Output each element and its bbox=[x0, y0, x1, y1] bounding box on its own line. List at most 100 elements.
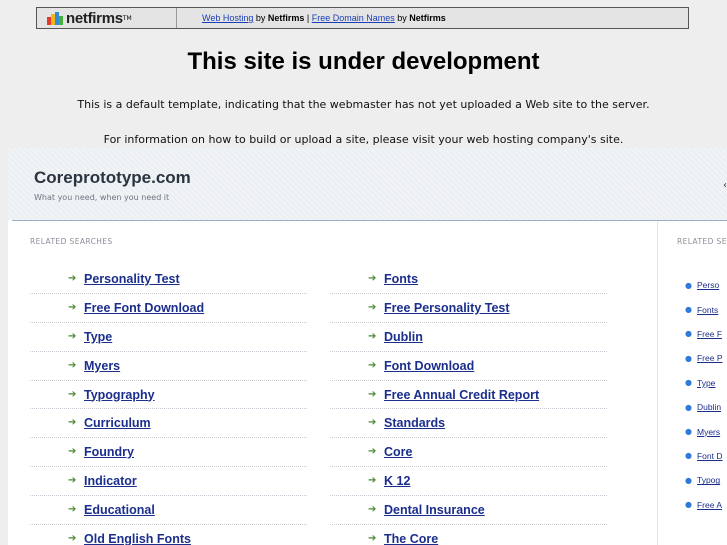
list-item: ➔ Old English Fonts bbox=[30, 525, 307, 545]
search-link[interactable]: Myers bbox=[84, 359, 120, 373]
free-domain-names-link[interactable]: Free Domain Names bbox=[312, 13, 395, 23]
web-hosting-link[interactable]: Web Hosting bbox=[202, 13, 253, 23]
netfirms-logo-icon bbox=[47, 11, 63, 25]
list-item: ➔ Free Annual Credit Report bbox=[330, 381, 607, 410]
arrow-icon: ➔ bbox=[68, 475, 77, 487]
netfirms-logo[interactable]: netfirms TM bbox=[37, 8, 177, 28]
search-link[interactable]: Personality Test bbox=[84, 272, 180, 286]
site-tagline: What you need, when you need it bbox=[34, 193, 170, 202]
search-link[interactable]: K 12 bbox=[384, 474, 410, 488]
parked-page-frame: Coreprototype.com What you need, when yo… bbox=[8, 148, 727, 545]
banner-links: Web Hosting by Netfirms | Free Domain Na… bbox=[177, 13, 446, 23]
arrow-icon: ➔ bbox=[368, 417, 377, 429]
sidebar-item: ● Type bbox=[685, 371, 727, 395]
page-title: This site is under development bbox=[187, 48, 540, 75]
search-link[interactable]: Fonts bbox=[384, 272, 418, 286]
bullet-icon: ● bbox=[685, 500, 692, 510]
banner-separator: | bbox=[304, 13, 312, 23]
list-item: ➔ Free Font Download bbox=[30, 294, 307, 323]
sidebar-link[interactable]: Type bbox=[697, 378, 715, 388]
sidebar-item: ● Myers bbox=[685, 419, 727, 443]
search-link[interactable]: Free Personality Test bbox=[384, 301, 510, 315]
sidebar-link[interactable]: Free P bbox=[697, 353, 723, 363]
search-link[interactable]: Educational bbox=[84, 503, 155, 517]
arrow-icon: ➔ bbox=[368, 533, 377, 545]
search-link[interactable]: Font Download bbox=[384, 359, 474, 373]
banner-by-1: by bbox=[253, 13, 268, 23]
sidebar-link[interactable]: Fonts bbox=[697, 305, 718, 315]
arrow-icon: ➔ bbox=[368, 273, 377, 284]
sidebar-link[interactable]: Font D bbox=[697, 451, 723, 461]
search-link[interactable]: Free Annual Credit Report bbox=[384, 388, 539, 402]
related-searches-sidebar: RELATED SEA ● Perso ● Fonts ● Free F ● Free … bbox=[657, 221, 727, 545]
arrow-icon: ➔ bbox=[68, 301, 77, 313]
list-item: ➔ The Core bbox=[330, 525, 607, 545]
arrow-icon: ➔ bbox=[368, 330, 377, 342]
arrow-icon: ➔ bbox=[68, 417, 77, 429]
sidebar-item: ● Free A bbox=[685, 493, 727, 517]
arrow-icon: ➔ bbox=[368, 301, 377, 313]
arrow-icon: ➔ bbox=[68, 359, 77, 371]
arrow-icon: ➔ bbox=[68, 330, 77, 342]
bullet-icon: ● bbox=[685, 280, 692, 290]
list-item: ➔ Dental Insurance bbox=[330, 496, 607, 526]
notice-line-1: This is a default template, indicating t… bbox=[77, 98, 650, 111]
search-link[interactable]: Old English Fonts bbox=[84, 532, 191, 545]
search-link[interactable]: Free Font Download bbox=[84, 301, 204, 315]
list-item: ➔ Type bbox=[30, 323, 307, 352]
bullet-icon: ● bbox=[685, 451, 692, 461]
sidebar-list: ● Perso ● Fonts ● Free F ● Free P ● Type ● Dub… bbox=[685, 273, 727, 517]
sidebar-related-label: RELATED SEA bbox=[677, 237, 727, 246]
bullet-icon: ● bbox=[685, 329, 692, 339]
bullet-icon: ● bbox=[685, 353, 692, 363]
bullet-icon: ● bbox=[685, 305, 692, 315]
site-name: Coreprototype.com bbox=[34, 168, 191, 187]
sidebar-item: ● Dublin bbox=[685, 395, 727, 419]
sidebar-item: ● Perso bbox=[685, 273, 727, 297]
sidebar-item: ● Free F bbox=[685, 322, 727, 346]
arrow-icon: ➔ bbox=[368, 446, 377, 458]
sidebar-item: ● Free P bbox=[685, 346, 727, 370]
list-item: ➔ Fonts bbox=[330, 265, 607, 294]
list-item: ➔ Personality Test bbox=[30, 265, 307, 294]
list-item: ➔ Foundry bbox=[30, 438, 307, 468]
list-item: ➔ K 12 bbox=[330, 467, 607, 497]
sidebar-link[interactable]: Typog bbox=[697, 475, 720, 485]
banner-brand-2: Netfirms bbox=[409, 13, 446, 23]
search-link[interactable]: The Core bbox=[384, 532, 438, 545]
bullet-icon: ● bbox=[685, 475, 692, 485]
sidebar-link[interactable]: Perso bbox=[697, 280, 719, 290]
search-link[interactable]: Type bbox=[84, 330, 112, 344]
list-item: ➔ Free Personality Test bbox=[330, 294, 607, 323]
list-item: ➔ Standards bbox=[330, 409, 607, 439]
arrow-icon: ➔ bbox=[68, 273, 77, 284]
sidebar-link[interactable]: Dublin bbox=[697, 402, 721, 412]
list-item: ➔ Curriculum bbox=[30, 409, 307, 439]
search-link[interactable]: Typography bbox=[84, 388, 155, 402]
list-item: ➔ Indicator bbox=[30, 467, 307, 497]
search-link[interactable]: Curriculum bbox=[84, 416, 151, 430]
search-link[interactable]: Foundry bbox=[84, 445, 134, 459]
notice-line-2: For information on how to build or uploa… bbox=[103, 133, 624, 146]
list-item: ➔ Educational bbox=[30, 496, 307, 526]
search-link[interactable]: Dental Insurance bbox=[384, 503, 485, 517]
sidebar-link[interactable]: Free A bbox=[697, 500, 722, 510]
sidebar-item: ● Typog bbox=[685, 468, 727, 492]
sidebar-item: ● Fonts bbox=[685, 297, 727, 321]
list-item: ➔ Myers bbox=[30, 352, 307, 381]
list-item: ➔ Font Download bbox=[330, 352, 607, 381]
sidebar-link[interactable]: Myers bbox=[697, 427, 720, 437]
bullet-icon: ● bbox=[685, 402, 692, 412]
arrow-icon: ➔ bbox=[68, 533, 77, 545]
bullet-icon: ● bbox=[685, 427, 692, 437]
header-edge-mark: ‹ bbox=[723, 180, 727, 191]
search-link[interactable]: Indicator bbox=[84, 474, 137, 488]
related-searches-left-column: ➔ Personality Test ➔ Free Font Download ➔ T… bbox=[30, 265, 307, 545]
arrow-icon: ➔ bbox=[368, 359, 377, 371]
sidebar-item: ● Font D bbox=[685, 444, 727, 468]
search-link[interactable]: Standards bbox=[384, 416, 445, 430]
trademark-mark: TM bbox=[122, 14, 132, 22]
search-link[interactable]: Dublin bbox=[384, 330, 423, 344]
sidebar-link[interactable]: Free F bbox=[697, 329, 722, 339]
search-link[interactable]: Core bbox=[384, 445, 412, 459]
